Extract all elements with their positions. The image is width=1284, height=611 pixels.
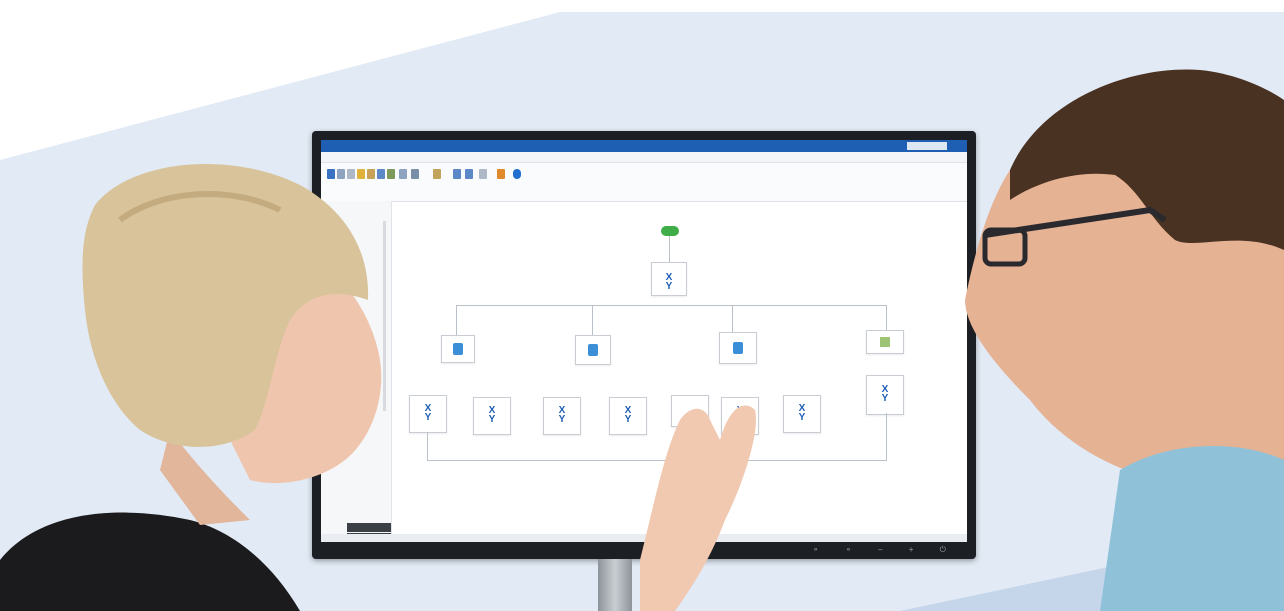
man-shirt — [1100, 446, 1284, 611]
woman-hand — [640, 405, 756, 611]
woman-shirt — [0, 512, 300, 611]
people-layer — [0, 69, 1284, 611]
